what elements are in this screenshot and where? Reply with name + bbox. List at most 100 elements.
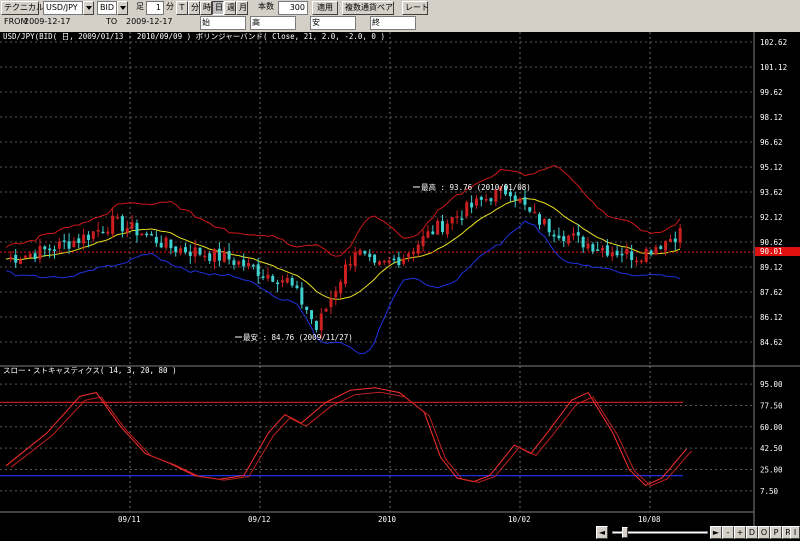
currency-pair-select[interactable]: USD/JPY (43, 1, 83, 15)
candle-body (431, 231, 435, 235)
candle-body (116, 216, 120, 219)
candle-body (232, 260, 236, 265)
candle-body (261, 276, 265, 278)
chart-area[interactable]: USD/JPY(BID( 日, 2009/01/13 - 2010/09/09 … (0, 32, 800, 541)
from-date[interactable]: 2009-12-17 (22, 16, 94, 30)
candle-body (135, 222, 139, 236)
candle-body (625, 249, 629, 255)
candle-body (14, 254, 18, 263)
candle-body (581, 236, 585, 248)
candle-body (455, 216, 459, 218)
candle-body (227, 251, 231, 260)
candle-body (673, 238, 677, 243)
candle-body (305, 306, 309, 310)
toolbar-top: テクニカル USD/JPY BID 足 1 分 T 分 時 日 週 月 本数 3… (0, 1, 800, 16)
candle-body (91, 231, 95, 239)
week-button[interactable]: 週 (224, 1, 236, 15)
time-axis: 09/11 09/12 2010 10/02 10/08 (118, 515, 661, 524)
i-button[interactable]: I (790, 526, 800, 539)
rate-button[interactable]: レート (402, 1, 429, 15)
candle-body (96, 230, 100, 232)
candle-body (334, 290, 338, 298)
candle-body (82, 234, 86, 244)
candle-body (649, 250, 653, 255)
candles (9, 183, 682, 339)
candle-body (411, 251, 415, 254)
candle-body (271, 276, 275, 282)
scroll-right-button[interactable]: ► (710, 526, 722, 539)
candle-body (19, 259, 23, 264)
candle-body (203, 255, 207, 258)
candle-body (125, 228, 129, 233)
candle-body (441, 221, 444, 232)
to-label: TO (106, 17, 118, 26)
day-button[interactable]: 日 (212, 1, 224, 15)
candle-body (169, 239, 173, 249)
candle-body (111, 215, 115, 234)
candle-body (489, 198, 493, 202)
candle-body (72, 240, 76, 248)
scroll-left-button[interactable]: ◄ (596, 526, 608, 539)
candle-body (329, 298, 333, 308)
sub-value-axis: 95.00 77.50 60.00 42.50 25.00 7.50 (760, 380, 783, 496)
time-tick-label: 09/11 (118, 515, 141, 524)
candle-body (48, 248, 52, 251)
month-button[interactable]: 月 (236, 1, 248, 15)
candle-body (392, 258, 396, 261)
multi-currency-button[interactable]: 複数通貨ペア (342, 1, 394, 15)
current-price-label: 90.01 (760, 247, 783, 256)
high-annotation: 最高 : 93.76 (2010/01/08) (421, 182, 531, 192)
minute-button[interactable]: 分 (188, 1, 200, 15)
candle-body (576, 232, 580, 236)
zoom-out-button[interactable]: - (722, 526, 734, 539)
candle-body (678, 228, 682, 243)
zoom-in-button[interactable]: + (734, 526, 746, 539)
candle-body (62, 240, 66, 242)
sub-panel-header: スロー・ストキャスティクス( 14, 3, 20, 80 ) (3, 366, 177, 375)
technical-button[interactable]: テクニカル (1, 1, 44, 15)
d-button[interactable]: D (746, 526, 758, 539)
price-tick-label: 86.12 (760, 313, 783, 322)
trading-chart-window: テクニカル USD/JPY BID 足 1 分 T 分 時 日 週 月 本数 3… (0, 0, 800, 541)
tick-button[interactable]: T (176, 1, 188, 15)
candle-body (668, 239, 672, 242)
price-tick-label: 102.62 (760, 38, 787, 47)
candle-body (23, 255, 27, 258)
bid-ask-dropdown-icon[interactable] (117, 1, 128, 15)
candle-body (33, 253, 37, 260)
candle-body (450, 217, 454, 224)
candle-body (247, 262, 250, 267)
candle-body (542, 219, 546, 225)
p-button[interactable]: P (770, 526, 782, 539)
candle-body (567, 235, 571, 244)
count-input[interactable]: 300 (278, 1, 308, 15)
candle-body (586, 243, 590, 249)
candle-body (552, 234, 556, 237)
candle-body (67, 241, 71, 249)
candle-body (344, 264, 347, 284)
candle-body (295, 285, 299, 289)
candle-body (101, 231, 105, 234)
candle-body (610, 252, 614, 257)
candle-body (280, 280, 284, 283)
candle-body (310, 310, 314, 320)
price-tick-label: 99.62 (760, 88, 783, 97)
candle-body (154, 236, 158, 244)
minute-value-input[interactable]: 1 (146, 1, 164, 15)
bid-ask-select[interactable]: BID (97, 1, 117, 15)
candle-body (538, 214, 541, 225)
candle-body (368, 253, 372, 257)
stoch-tick-label: 60.00 (760, 423, 783, 432)
candle-body (358, 250, 362, 255)
candle-body (140, 233, 144, 236)
currency-pair-dropdown-icon[interactable] (83, 1, 94, 15)
candle-body (620, 253, 624, 256)
to-date[interactable]: 2009-12-17 (124, 16, 196, 30)
o-button[interactable]: O (758, 526, 770, 539)
stoch-d-line (10, 391, 692, 487)
hour-button[interactable]: 時 (200, 1, 212, 15)
scroll-slider-thumb[interactable] (622, 527, 628, 538)
candle-body (421, 236, 425, 247)
candle-body (159, 242, 163, 248)
apply-button[interactable]: 適用 (312, 1, 338, 15)
